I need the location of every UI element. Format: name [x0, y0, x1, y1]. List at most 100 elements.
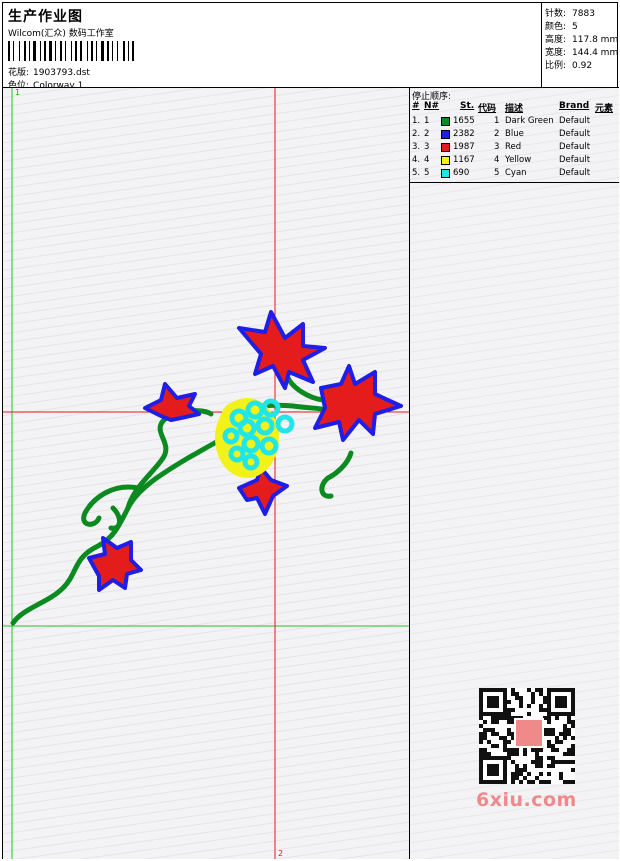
cell-st: 690 — [453, 168, 470, 178]
header-panel: 生产作业图 Wilcom(汇众) 数码工作室 花版: 1903793.dst 色位… — [3, 3, 540, 91]
cell-code: 2 — [494, 129, 500, 139]
seal-stamp-icon — [514, 718, 544, 748]
barcode-bar — [110, 41, 111, 61]
cell-num: 3. — [412, 142, 421, 152]
barcode-bar — [19, 41, 20, 61]
barcode-bar — [107, 41, 109, 61]
cell-code: 4 — [494, 155, 500, 165]
cell-no: 1 — [424, 116, 430, 126]
cell-brand: Default — [559, 116, 591, 126]
design-value: 1903793.dst — [33, 68, 90, 78]
barcode-bar — [57, 41, 59, 61]
cell-desc: Red — [505, 142, 522, 152]
cell-brand: Default — [559, 155, 591, 165]
barcode-bar — [44, 41, 46, 61]
barcode-bar — [126, 41, 127, 61]
embroidery-artwork — [3, 88, 409, 859]
barcode-bar — [130, 41, 131, 61]
page-title: 生产作业图 — [8, 9, 83, 25]
cell-st: 1655 — [453, 116, 475, 126]
barcode-bar — [87, 41, 88, 61]
cell-brand: Default — [559, 142, 591, 152]
barcode-bar — [96, 41, 97, 61]
design-canvas: 1 2 — [3, 88, 409, 859]
spec-colors: 颜色: 5 — [545, 22, 578, 32]
barcode-bar — [128, 41, 129, 61]
barcode-bar — [15, 41, 18, 61]
color-table: 停止顺序: # N# St. 代码 描述 Brand 元素 1. 1 1655 1 Da… — [410, 88, 619, 183]
cell-num: 2. — [412, 129, 421, 139]
marker-end: 2 — [278, 849, 284, 858]
barcode-bar — [65, 41, 66, 61]
cell-no: 3 — [424, 142, 430, 152]
barcode-bar — [71, 41, 72, 61]
barcode-bar — [60, 41, 62, 61]
color-swatch — [441, 169, 450, 178]
barcode-bar — [13, 41, 14, 61]
cell-code: 1 — [494, 116, 500, 126]
barcode-bar — [67, 41, 70, 61]
barcode-bar — [83, 41, 86, 61]
barcode-bar — [11, 41, 12, 61]
color-table-row: 4. 4 1167 4 Yellow Default — [410, 155, 619, 168]
cell-brand: Default — [559, 129, 591, 139]
barcode-bar — [55, 41, 56, 61]
spec-width: 宽度: 144.4 mm — [545, 48, 619, 58]
cell-code: 5 — [494, 168, 500, 178]
cell-desc: Cyan — [505, 168, 527, 178]
cell-brand: Default — [559, 168, 591, 178]
barcode-bar — [49, 41, 52, 61]
barcode-bar — [47, 41, 48, 61]
color-table-row: 3. 3 1987 3 Red Default — [410, 142, 619, 155]
barcode-bar — [112, 41, 113, 61]
barcode-bar — [114, 41, 116, 61]
cell-desc: Dark Green — [505, 116, 554, 126]
cell-desc: Yellow — [505, 155, 532, 165]
cell-desc: Blue — [505, 129, 524, 139]
cell-num: 1. — [412, 116, 421, 126]
barcode-image — [8, 41, 146, 61]
cell-no: 4 — [424, 155, 430, 165]
barcode-bar — [132, 41, 134, 61]
cell-st: 1987 — [453, 142, 475, 152]
barcode-bar — [63, 41, 64, 61]
watermark-text: 6xiu.com — [476, 789, 577, 811]
barcode-bar — [123, 41, 125, 61]
color-swatch — [441, 156, 450, 165]
barcode-bar — [37, 41, 39, 61]
color-table-row: 5. 5 690 5 Cyan Default — [410, 168, 619, 181]
barcode-bar — [78, 41, 79, 61]
barcode-bar — [27, 41, 28, 61]
barcode-bar — [75, 41, 77, 61]
barcode-bar — [89, 41, 90, 61]
color-swatch — [441, 117, 450, 126]
cell-st: 1167 — [453, 155, 475, 165]
grape-cluster — [215, 398, 295, 478]
barcode-bar — [8, 41, 10, 61]
cell-no: 5 — [424, 168, 430, 178]
barcode-bar — [119, 41, 122, 61]
cell-code: 3 — [494, 142, 500, 152]
color-swatch — [441, 130, 450, 139]
barcode-bar — [98, 41, 100, 61]
barcode-bar — [105, 41, 106, 61]
color-table-row: 1. 1 1655 1 Dark Green Default — [410, 116, 619, 129]
leaf-left — [143, 382, 201, 422]
studio-subtitle: Wilcom(汇众) 数码工作室 — [8, 29, 114, 39]
color-table-row: 2. 2 2382 2 Blue Default — [410, 129, 619, 142]
barcode-bar — [101, 41, 104, 61]
barcode-bar — [33, 41, 36, 61]
barcode-bar — [117, 41, 118, 61]
specs-panel: 针数: 7883 颜色: 5 高度: 117.8 mm 宽度: 144.4 mm 比例:… — [541, 3, 619, 88]
cell-num: 4. — [412, 155, 421, 165]
cell-num: 5. — [412, 168, 421, 178]
spec-stitches: 针数: 7883 — [545, 9, 595, 19]
design-label: 花版: — [8, 68, 30, 78]
color-table-header: # N# St. 代码 描述 Brand 元素 — [412, 101, 614, 114]
barcode-bar — [21, 41, 23, 61]
barcode-bar — [42, 41, 43, 61]
design-name-row: 花版: 1903793.dst — [8, 65, 90, 78]
barcode-bar — [53, 41, 54, 61]
cell-st: 2382 — [453, 129, 475, 139]
spec-scale: 比例: 0.92 — [545, 61, 593, 71]
